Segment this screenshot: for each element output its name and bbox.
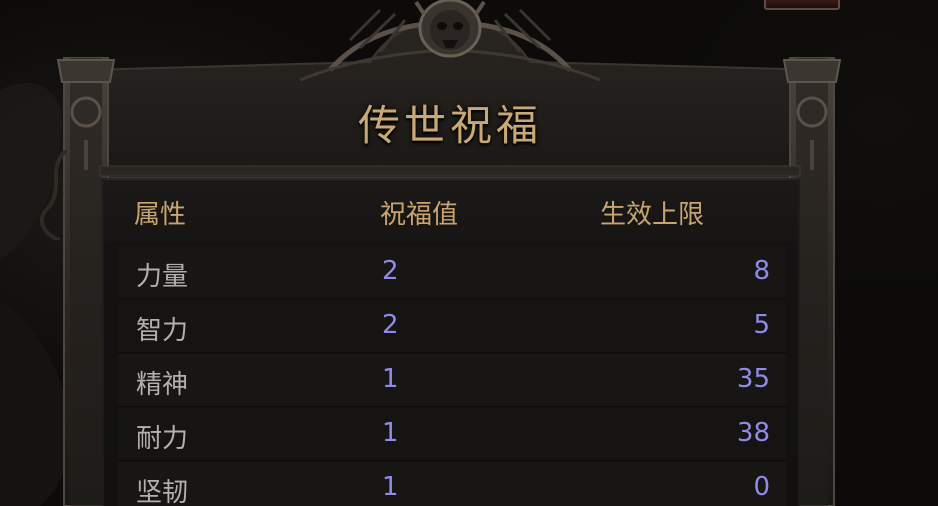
close-button[interactable] xyxy=(764,0,840,10)
attribute-name: 精神 xyxy=(136,370,189,400)
effective-cap: 0 xyxy=(753,472,770,502)
blessing-value: 2 xyxy=(382,256,399,286)
blessing-value: 2 xyxy=(382,310,399,340)
attribute-name: 智力 xyxy=(136,316,189,346)
blessing-value: 1 xyxy=(382,418,399,448)
table-row: 耐力 1 38 xyxy=(118,408,786,461)
table-row: 坚韧 1 0 xyxy=(118,462,786,506)
blessing-value: 1 xyxy=(382,472,399,502)
column-header-effective-cap: 生效上限 xyxy=(600,200,705,230)
effective-cap: 5 xyxy=(753,310,770,340)
filigree-ornament-icon xyxy=(40,150,68,240)
panel-title: 传世祝福 xyxy=(357,101,542,150)
blessing-value: 1 xyxy=(382,364,399,394)
column-header-blessing-value: 祝福值 xyxy=(380,200,459,230)
attribute-name: 力量 xyxy=(136,262,189,292)
game-screen: 传世祝福 属性 祝福值 生效上限 力量 2 8 智力 2 5 精神 1 35 耐… xyxy=(0,0,938,506)
table-row: 精神 1 35 xyxy=(118,354,786,407)
effective-cap: 8 xyxy=(753,256,770,286)
table-header: 属性 祝福值 生效上限 xyxy=(104,180,798,242)
column-header-attribute: 属性 xyxy=(134,200,187,230)
effective-cap: 38 xyxy=(736,418,770,448)
table-row: 智力 2 5 xyxy=(118,300,786,353)
table-row: 力量 2 8 xyxy=(118,246,786,299)
effective-cap: 35 xyxy=(736,364,770,394)
attribute-name: 耐力 xyxy=(136,424,189,454)
attribute-name: 坚韧 xyxy=(136,478,189,506)
demon-skull-crest-icon xyxy=(414,0,486,58)
table-body: 力量 2 8 智力 2 5 精神 1 35 耐力 1 38 坚韧 1 0 xyxy=(118,246,786,506)
blessing-table: 属性 祝福值 生效上限 力量 2 8 智力 2 5 精神 1 35 耐力 1 3… xyxy=(102,178,800,506)
